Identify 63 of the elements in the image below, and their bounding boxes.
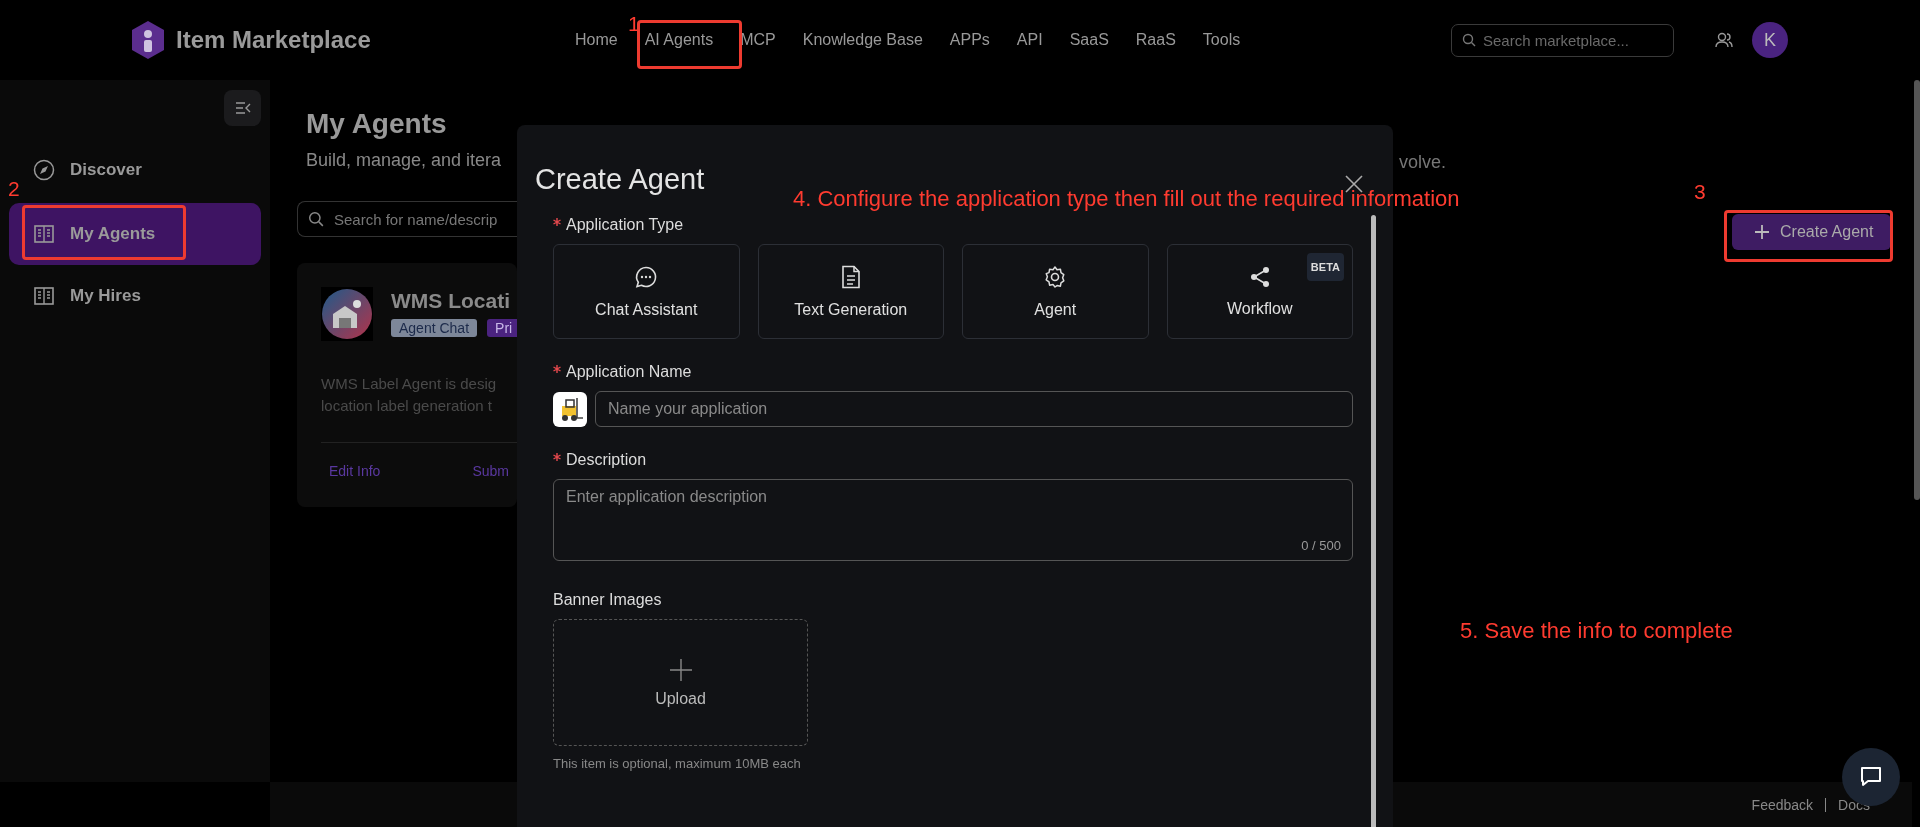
upload-button[interactable]: Upload	[553, 619, 808, 746]
type-option[interactable]: Agent	[962, 244, 1149, 339]
collapse-sidebar-button[interactable]	[224, 90, 261, 126]
collapse-icon	[234, 102, 251, 114]
share-icon	[1248, 265, 1271, 288]
agent-description: location label generation t	[321, 396, 493, 416]
scrollbar[interactable]	[1371, 215, 1376, 827]
sidebar-item[interactable]: Discover	[33, 148, 142, 192]
search-icon	[1462, 33, 1476, 47]
search-field[interactable]: Search for name/descrip	[297, 201, 519, 237]
type-option[interactable]: Text Generation	[757, 244, 944, 339]
annotation-note: 4. Configure the application type then fill out the required information	[793, 186, 1460, 212]
users-icon[interactable]	[1714, 31, 1734, 49]
nav-link[interactable]: RaaS	[1135, 31, 1176, 49]
nav-link[interactable]: APPs	[949, 31, 990, 49]
scrollbar[interactable]	[1914, 80, 1920, 500]
sidebar-item[interactable]: My Hires	[33, 274, 141, 318]
tag: Agent Chat	[391, 319, 478, 337]
nav-link[interactable]: Tools	[1202, 31, 1241, 49]
page-subtitle: Build, manage, and itera	[306, 150, 502, 171]
page-title: My Agents	[306, 108, 448, 140]
nav-link[interactable]: Knowledge Base	[802, 31, 923, 49]
sidebar-item[interactable]: My Agents	[9, 203, 261, 265]
type-option[interactable]: BETA Workflow	[1166, 244, 1353, 339]
plus-icon	[1754, 224, 1770, 240]
compass-icon	[33, 159, 55, 181]
application-name-field[interactable]: Name your application	[595, 391, 1353, 427]
forklift-icon[interactable]	[553, 391, 587, 427]
nav-link[interactable]: Home	[575, 31, 618, 49]
book-icon	[33, 285, 55, 307]
logo-text: Item Marketplace	[176, 26, 371, 54]
book-icon	[33, 223, 55, 245]
field-label: Description	[566, 451, 647, 469]
nav-link[interactable]: MCP	[740, 31, 776, 49]
dialog-title: Create Agent	[535, 163, 705, 196]
search-field[interactable]: Search marketplace...	[1451, 23, 1674, 57]
agent-name: WMS Locati	[391, 289, 511, 313]
document-icon	[839, 264, 862, 289]
footer-link[interactable]: Feedback	[1751, 796, 1814, 813]
upload-hint: This item is optional, maximum 10MB each	[553, 756, 802, 771]
annotation-number: 2	[8, 177, 20, 201]
field-label: Banner Images	[553, 591, 662, 609]
field-label: Application Name	[566, 363, 692, 381]
annotation-note: 5. Save the info to complete	[1460, 618, 1733, 644]
search-icon	[308, 211, 324, 227]
speech-bubble-icon	[1859, 765, 1883, 789]
beta-badge: BETA	[1306, 253, 1344, 281]
create-agent-button[interactable]: Create Agent	[1732, 214, 1892, 250]
type-option[interactable]: Chat Assistant	[553, 244, 740, 339]
page-subtitle: volve.	[1399, 152, 1447, 173]
annotation-number: 3	[1694, 180, 1706, 204]
field-label: Application Type	[566, 216, 684, 234]
user-avatar[interactable]: K	[1752, 22, 1788, 58]
nav-link[interactable]: AI Agents	[644, 31, 714, 49]
plus-icon	[668, 657, 693, 682]
gear-icon	[1043, 264, 1068, 289]
chat-bubble-icon	[634, 264, 659, 289]
nav-link[interactable]: API	[1016, 31, 1043, 49]
agent-description: WMS Label Agent is desig	[321, 374, 498, 394]
character-counter: 0 / 500	[1301, 538, 1341, 553]
annotation-number: 1	[628, 12, 640, 36]
nav-link[interactable]: SaaS	[1069, 31, 1109, 49]
logo-icon	[130, 20, 166, 60]
